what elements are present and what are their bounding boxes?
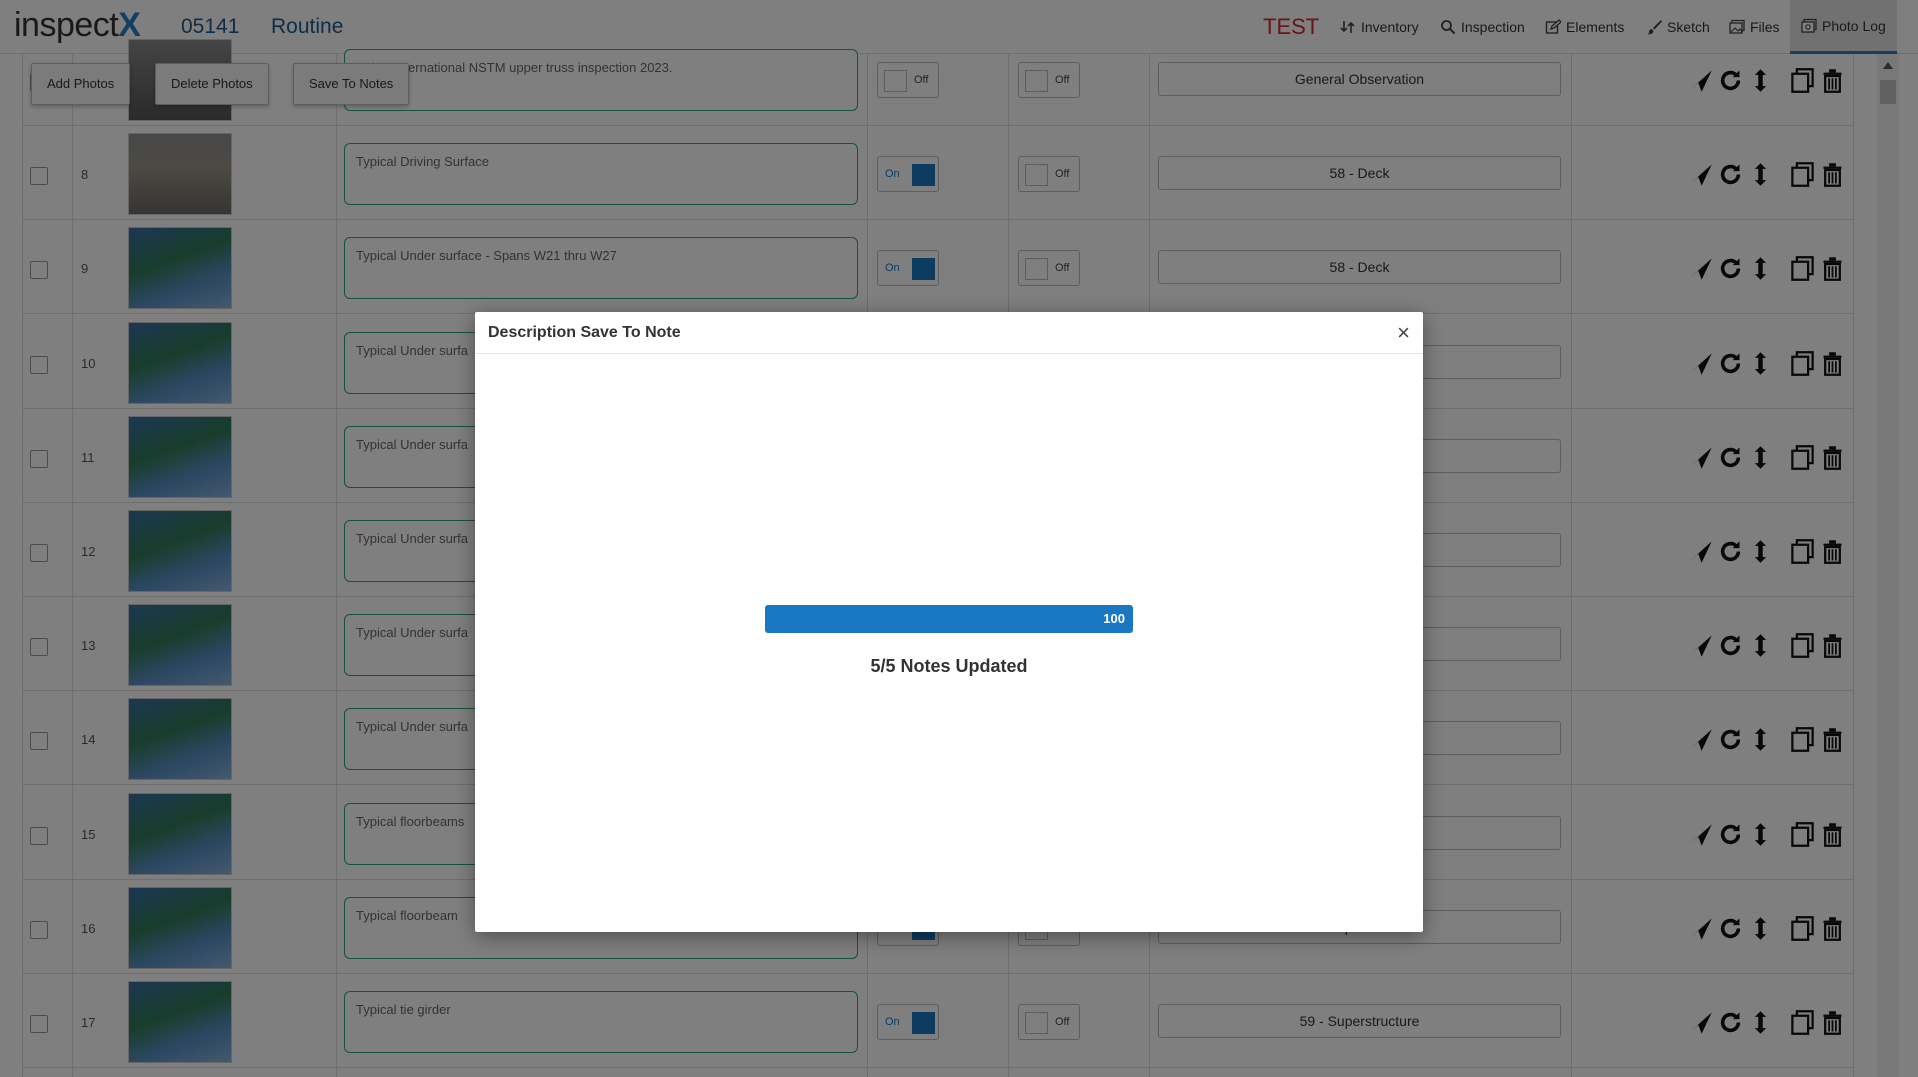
status-message: 5/5 Notes Updated (870, 656, 1028, 676)
save-to-note-dialog: Description Save To Note × 100 5/5 Notes… (475, 312, 1423, 932)
dialog-header: Description Save To Note × (475, 312, 1423, 354)
close-icon[interactable]: × (1397, 321, 1410, 344)
progress-fill: 100 (765, 605, 1133, 633)
progress-bar: 100 (765, 605, 1133, 633)
dialog-title: Description Save To Note (488, 323, 681, 341)
